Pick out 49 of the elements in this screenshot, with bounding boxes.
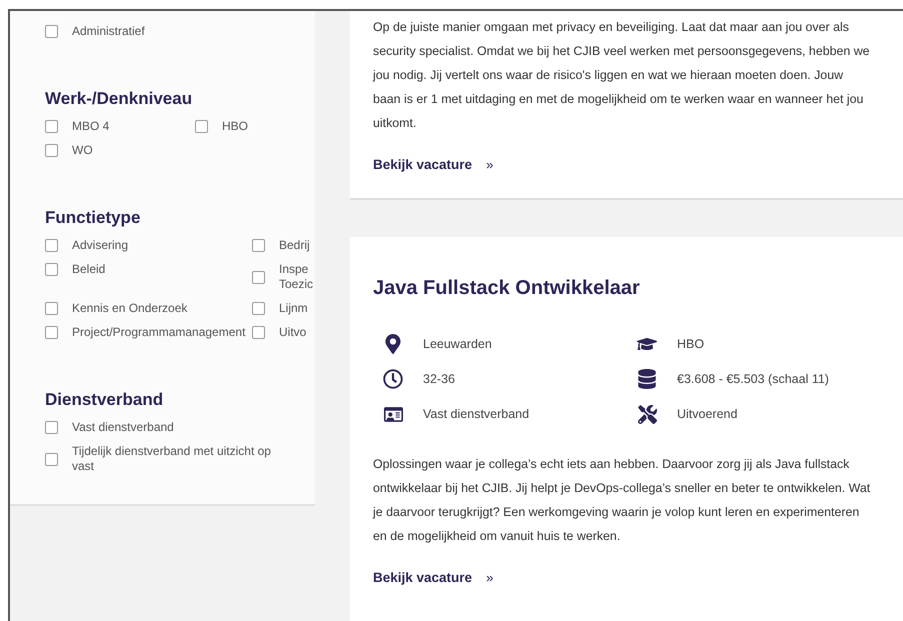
vacancy-description: Oplossingen waar je collega’s echt iets aan hebben. Daarvoor zorg jij als Java fullstack ontwikkelaar bij het CJIB. Jij helpt je DevOps-collega’s sneller en beter te ontwikkelen. Wat je daarvoor terugkrijgt? Een werkomgeving waarin je volop kunt leren en experimenteren en de mogelijkheid om vanuit huis te werken. bbox=[373, 456, 872, 545]
checkbox[interactable] bbox=[252, 302, 265, 315]
coin-stack-icon bbox=[637, 369, 657, 389]
chevron-double-icon: » bbox=[486, 157, 494, 172]
vacancy-fact: HBO bbox=[677, 337, 704, 351]
view-vacancy-link[interactable]: Bekijk vacature bbox=[373, 157, 472, 172]
vacancy-fact: Leeuwarden bbox=[423, 337, 492, 351]
checkbox-label: Kennis en Onderzoek bbox=[72, 301, 188, 316]
checkbox[interactable] bbox=[45, 302, 58, 315]
checkbox-label: MBO 4 bbox=[72, 119, 110, 134]
vacancy-fact: €3.608 - €5.503 (schaal 11) bbox=[677, 372, 829, 386]
checkbox-label: Advisering bbox=[72, 238, 128, 253]
checkbox-label: Vast dienstverband bbox=[72, 420, 174, 435]
vacancy-description: Op de juiste manier omgaan met privacy en beveiliging. Laat dat maar aan jou over als security specialist. Omdat we bij het CJIB veel werken met persoonsgegevens, hebben we jou nodig. Jij vertelt ons waar de risico's liggen en wat we hieraan moeten doen. Jouw baan is er 1 met uitdaging en met de mogelijkheid om te werken waar en wanneer het jou uitkomt. bbox=[373, 19, 871, 132]
checkbox-label: Inspe Toezic bbox=[279, 262, 314, 292]
checkbox-label: WO bbox=[72, 143, 93, 158]
checkbox[interactable] bbox=[45, 120, 58, 133]
checkbox[interactable] bbox=[252, 270, 265, 284]
filter-heading: Functietype bbox=[45, 208, 142, 228]
chevron-double-icon: » bbox=[486, 570, 494, 585]
checkbox[interactable] bbox=[45, 263, 58, 276]
checkbox-label: Project/Programmamanagement bbox=[72, 325, 246, 340]
checkbox[interactable] bbox=[195, 120, 208, 133]
checkbox-label: Beleid bbox=[72, 262, 106, 277]
checkbox[interactable] bbox=[45, 144, 58, 157]
checkbox-label: Lijnm bbox=[279, 301, 308, 316]
checkbox[interactable] bbox=[45, 25, 58, 38]
view-vacancy-link[interactable]: Bekijk vacature bbox=[373, 570, 472, 585]
clock-icon bbox=[383, 369, 403, 389]
checkbox-label: Tijdelijk dienstverband met uitzicht op vast bbox=[72, 444, 272, 474]
checkbox[interactable] bbox=[45, 452, 58, 466]
id-card-icon bbox=[383, 404, 403, 424]
filter-heading: Dienstverband bbox=[45, 390, 164, 410]
filter-heading: Werk-/Denkniveau bbox=[45, 89, 194, 109]
checkbox[interactable] bbox=[252, 326, 265, 339]
checkbox-label: Administratief bbox=[72, 24, 145, 39]
tools-icon bbox=[637, 404, 657, 424]
checkbox[interactable] bbox=[252, 239, 265, 252]
checkbox[interactable] bbox=[45, 326, 58, 339]
checkbox-label: HBO bbox=[222, 119, 248, 134]
vacancy-title: Java Fullstack Ontwikkelaar bbox=[373, 277, 641, 300]
vacancy-fact: 32-36 bbox=[423, 372, 455, 386]
vacancy-fact: Vast dienstverband bbox=[423, 407, 530, 421]
vacancy-fact: Uitvoerend bbox=[677, 407, 738, 421]
checkbox[interactable] bbox=[45, 421, 58, 434]
checkbox-label: Bedrij bbox=[279, 238, 310, 253]
checkbox-label: Uitvo bbox=[279, 325, 306, 340]
checkbox[interactable] bbox=[45, 239, 58, 252]
map-pin-icon bbox=[383, 334, 403, 354]
